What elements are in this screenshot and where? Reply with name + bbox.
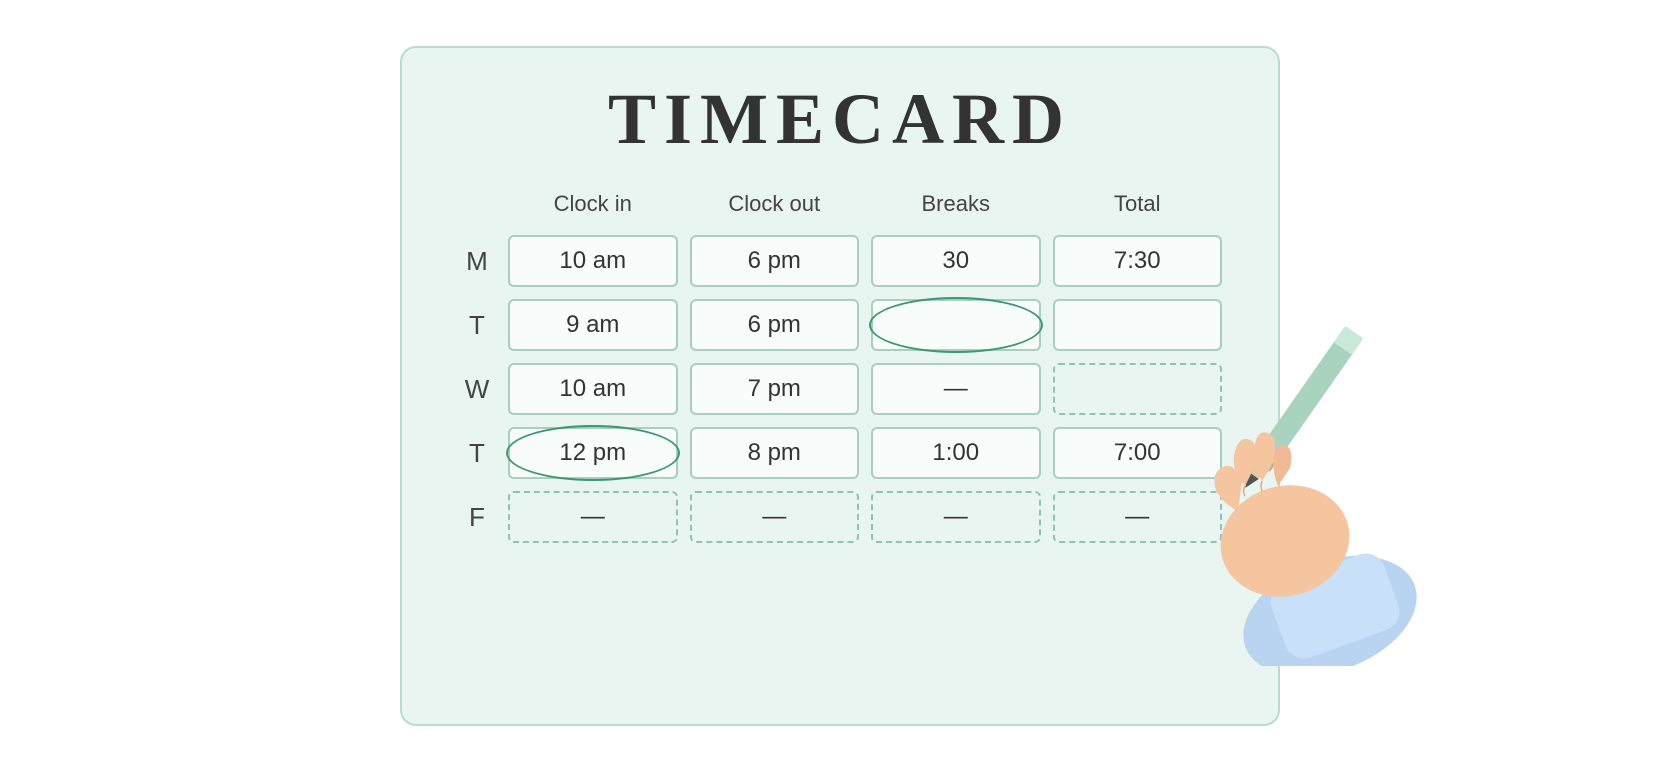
breaks-cell-box: — xyxy=(871,491,1041,543)
timecard-card: TIMECARD Clock in Clock out Breaks Total… xyxy=(400,46,1280,726)
clock-out-cell-box: — xyxy=(690,491,860,543)
circle-overlay xyxy=(506,425,680,481)
clock-out-cell: 8 pm xyxy=(684,421,866,485)
clock-out-cell: 7 pm xyxy=(684,357,866,421)
day-label: T xyxy=(452,421,502,485)
clock-out-cell-box: 8 pm xyxy=(690,427,860,479)
clock-in-header: Clock in xyxy=(502,191,684,229)
clock-out-header: Clock out xyxy=(684,191,866,229)
breaks-cell-box xyxy=(871,299,1041,351)
total-cell: 7:00 xyxy=(1047,421,1229,485)
breaks-header: Breaks xyxy=(865,191,1047,229)
clock-in-cell-box: 10 am xyxy=(508,235,678,287)
total-cell xyxy=(1047,357,1229,421)
total-header: Total xyxy=(1047,191,1229,229)
table-header-row: Clock in Clock out Breaks Total xyxy=(452,191,1228,229)
timecard-title: TIMECARD xyxy=(452,78,1228,161)
clock-out-cell-box: 6 pm xyxy=(690,299,860,351)
clock-in-cell: 10 am xyxy=(502,357,684,421)
total-cell-box xyxy=(1053,363,1223,415)
clock-out-cell-box: 6 pm xyxy=(690,235,860,287)
breaks-cell: — xyxy=(865,485,1047,549)
total-cell-box xyxy=(1053,299,1223,351)
total-cell-box: — xyxy=(1053,491,1223,543)
clock-in-cell-box: 12 pm xyxy=(508,427,678,479)
total-cell: — xyxy=(1047,485,1229,549)
day-label: T xyxy=(452,293,502,357)
table-row: T12 pm8 pm1:007:00 xyxy=(452,421,1228,485)
breaks-cell: 30 xyxy=(865,229,1047,293)
clock-out-cell-box: 7 pm xyxy=(690,363,860,415)
clock-in-cell: 9 am xyxy=(502,293,684,357)
total-cell xyxy=(1047,293,1229,357)
clock-out-cell: — xyxy=(684,485,866,549)
clock-in-cell-box: 10 am xyxy=(508,363,678,415)
clock-in-cell: 10 am xyxy=(502,229,684,293)
clock-in-cell: 12 pm xyxy=(502,421,684,485)
day-label: W xyxy=(452,357,502,421)
table-row: M10 am6 pm307:30 xyxy=(452,229,1228,293)
total-cell-box: 7:30 xyxy=(1053,235,1223,287)
breaks-cell-box: — xyxy=(871,363,1041,415)
clock-in-cell-box: 9 am xyxy=(508,299,678,351)
breaks-cell: 1:00 xyxy=(865,421,1047,485)
breaks-cell-box: 1:00 xyxy=(871,427,1041,479)
table-row: T9 am6 pm xyxy=(452,293,1228,357)
total-cell-box: 7:00 xyxy=(1053,427,1223,479)
timecard-table: Clock in Clock out Breaks Total M10 am6 … xyxy=(452,191,1228,549)
circle-overlay xyxy=(869,297,1043,353)
table-row: W10 am7 pm— xyxy=(452,357,1228,421)
breaks-cell: — xyxy=(865,357,1047,421)
clock-out-cell: 6 pm xyxy=(684,229,866,293)
clock-in-cell-box: — xyxy=(508,491,678,543)
day-column-header xyxy=(452,191,502,229)
day-label: M xyxy=(452,229,502,293)
day-label: F xyxy=(452,485,502,549)
timecard-wrapper: TIMECARD Clock in Clock out Breaks Total… xyxy=(380,26,1300,746)
clock-out-cell: 6 pm xyxy=(684,293,866,357)
total-cell: 7:30 xyxy=(1047,229,1229,293)
breaks-cell xyxy=(865,293,1047,357)
breaks-cell-box: 30 xyxy=(871,235,1041,287)
clock-in-cell: — xyxy=(502,485,684,549)
table-row: F———— xyxy=(452,485,1228,549)
